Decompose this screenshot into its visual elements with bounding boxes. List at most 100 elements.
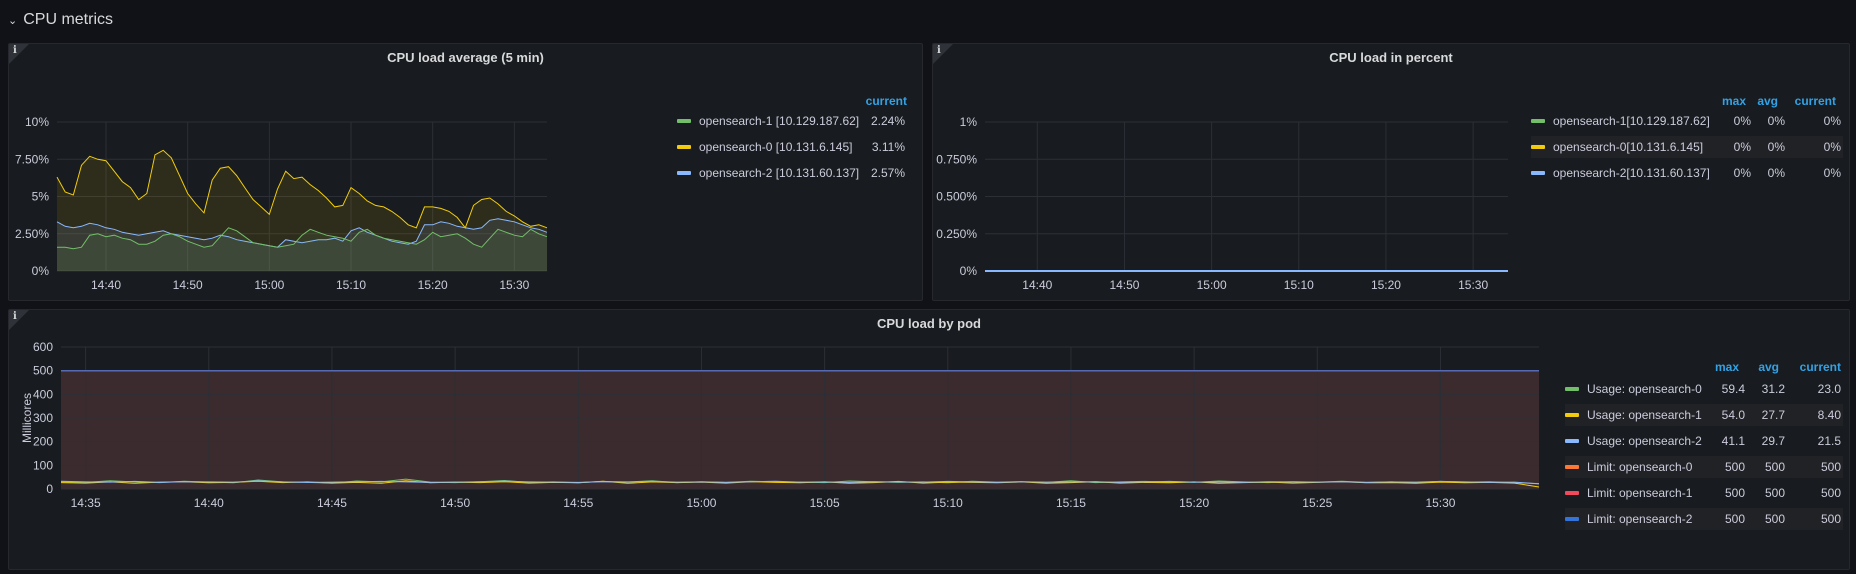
- x-tick-label: 14:40: [91, 278, 121, 292]
- legend-swatch: [677, 171, 691, 175]
- legend-item-name: Limit: opensearch-2: [1587, 512, 1693, 526]
- legend-header-avg[interactable]: avg: [1757, 94, 1778, 108]
- legend-item[interactable]: opensearch-2 [10.131.60.137] 2.57%: [677, 162, 917, 184]
- chart-cpu-load-by-pod: 0 100 200 300 400 500 600 14:35 14:40 14:45 14:50 1…: [20, 340, 1540, 510]
- x-tick-label: 15:10: [933, 496, 963, 510]
- legend-swatch: [1565, 465, 1579, 469]
- legend-item-name: opensearch-0 [10.131.6.145]: [699, 140, 853, 154]
- legend-max: 0%: [1733, 114, 1751, 128]
- legend-item-name: Usage: opensearch-2: [1587, 434, 1702, 448]
- chart-cpu-load-average: 0% 2.50% 5% 7.50% 10% 14:40 14:50 15:00 15:10 15:…: [15, 115, 548, 292]
- legend-avg: 500: [1764, 486, 1785, 500]
- legend-swatch: [1565, 439, 1579, 443]
- legend-item[interactable]: Usage: opensearch-2 41.1 29.7 21.5: [1565, 430, 1843, 452]
- x-tick-label: 14:50: [1109, 278, 1139, 292]
- legend-item[interactable]: Limit: opensearch-1 500 500 500: [1565, 482, 1843, 504]
- y-tick-label: 7.50%: [15, 152, 49, 166]
- legend-swatch: [677, 145, 691, 149]
- legend-current: 500: [1820, 460, 1841, 474]
- legend-swatch: [1565, 517, 1579, 521]
- legend-current: 8.40: [1817, 408, 1841, 422]
- x-tick-label: 15:25: [1302, 496, 1332, 510]
- legend-current: 0%: [1823, 140, 1841, 154]
- x-tick-label: 14:40: [194, 496, 224, 510]
- legend: max avg current opensearch-1[10.129.187.…: [1523, 90, 1846, 200]
- legend-avg: 0%: [1767, 140, 1785, 154]
- x-tick-label: 14:40: [1022, 278, 1052, 292]
- legend-item[interactable]: opensearch-2[10.131.60.137] 0% 0% 0%: [1531, 162, 1843, 184]
- legend-header-avg[interactable]: avg: [1758, 360, 1779, 374]
- y-tick-label: 400: [33, 387, 53, 401]
- x-tick-label: 14:45: [317, 496, 347, 510]
- panel-title[interactable]: CPU load average (5 min): [9, 50, 922, 65]
- legend-item-name: opensearch-2 [10.131.60.137]: [699, 166, 860, 180]
- legend-header-current[interactable]: current: [1800, 360, 1841, 374]
- y-tick-label: 0: [46, 482, 53, 496]
- y-tick-label: 0%: [960, 264, 978, 278]
- legend-item[interactable]: opensearch-1 [10.129.187.62] 2.24%: [677, 110, 917, 132]
- legend-item[interactable]: opensearch-0[10.131.6.145] 0% 0% 0%: [1531, 136, 1843, 158]
- x-tick-label: 15:30: [499, 278, 529, 292]
- y-tick-label: 10%: [25, 115, 49, 129]
- y-tick-label: 0.250%: [936, 227, 977, 241]
- y-tick-label: 300: [33, 411, 53, 425]
- legend-item[interactable]: Limit: opensearch-0 500 500 500: [1565, 456, 1843, 478]
- legend-item-name: opensearch-2[10.131.60.137]: [1553, 166, 1710, 180]
- legend-item[interactable]: opensearch-1[10.129.187.62] 0% 0% 0%: [1531, 110, 1843, 132]
- legend-swatch: [1565, 413, 1579, 417]
- legend-item[interactable]: Usage: opensearch-1 54.0 27.7 8.40: [1565, 404, 1843, 426]
- legend-avg: 0%: [1767, 166, 1785, 180]
- legend-max: 500: [1724, 460, 1745, 474]
- panel-title[interactable]: CPU load by pod: [9, 316, 1849, 331]
- x-tick-label: 14:35: [71, 496, 101, 510]
- legend-header-current[interactable]: current: [866, 94, 907, 108]
- x-tick-label: 15:00: [686, 496, 716, 510]
- legend-max: 0%: [1733, 166, 1751, 180]
- legend-max: 500: [1724, 512, 1745, 526]
- legend-max: 41.1: [1721, 434, 1745, 448]
- y-tick-label: 0.500%: [936, 190, 977, 204]
- legend-current: 0%: [1823, 166, 1841, 180]
- legend-max: 500: [1724, 486, 1745, 500]
- legend-avg: 500: [1764, 512, 1785, 526]
- row-header-cpu-metrics[interactable]: ⌄ CPU metrics: [8, 6, 113, 34]
- legend-header-max[interactable]: max: [1715, 360, 1739, 374]
- legend-item[interactable]: Limit: opensearch-2 500 500 500: [1565, 508, 1843, 530]
- legend-item-name: opensearch-1[10.129.187.62]: [1553, 114, 1710, 128]
- legend-current: 500: [1820, 486, 1841, 500]
- x-tick-label: 14:55: [563, 496, 593, 510]
- legend-header-max[interactable]: max: [1722, 94, 1746, 108]
- legend-item-name: opensearch-1 [10.129.187.62]: [699, 114, 860, 128]
- x-tick-label: 15:20: [1371, 278, 1401, 292]
- legend-swatch: [1565, 491, 1579, 495]
- legend-avg: 500: [1764, 460, 1785, 474]
- y-tick-label: 600: [33, 340, 53, 354]
- x-tick-label: 15:05: [810, 496, 840, 510]
- legend-swatch: [1531, 119, 1545, 123]
- x-tick-label: 14:50: [173, 278, 203, 292]
- legend-item[interactable]: Usage: opensearch-0 59.4 31.2 23.0: [1565, 378, 1843, 400]
- x-tick-label: 15:20: [418, 278, 448, 292]
- legend-current: 2.24%: [870, 114, 905, 128]
- legend: current opensearch-1 [10.129.187.62] 2.2…: [669, 90, 919, 200]
- x-tick-label: 15:15: [1056, 496, 1086, 510]
- legend-current: 23.0: [1817, 382, 1841, 396]
- panel-title[interactable]: CPU load in percent: [933, 50, 1849, 65]
- legend-header-current[interactable]: current: [1795, 94, 1836, 108]
- legend-item-name: Usage: opensearch-1: [1587, 408, 1702, 422]
- legend-current: 21.5: [1817, 434, 1841, 448]
- x-tick-label: 15:20: [1179, 496, 1209, 510]
- legend-max: 59.4: [1721, 382, 1745, 396]
- y-tick-label: 100: [33, 458, 53, 472]
- legend-item[interactable]: opensearch-0 [10.131.6.145] 3.11%: [677, 136, 917, 158]
- x-tick-label: 15:10: [1284, 278, 1314, 292]
- legend-swatch: [1531, 171, 1545, 175]
- x-tick-label: 15:00: [1197, 278, 1227, 292]
- y-tick-label: 200: [33, 435, 53, 449]
- panel-cpu-load-average: i CPU load average (5 min) 0% 2.50% 5% 7.50…: [8, 43, 923, 301]
- y-tick-label: 2.50%: [15, 227, 49, 241]
- legend-swatch: [677, 119, 691, 123]
- panel-cpu-load-percent: i CPU load in percent 0% 0.250% 0.500% 0.75…: [932, 43, 1850, 301]
- y-tick-label: 0%: [32, 264, 50, 278]
- legend-avg: 29.7: [1761, 434, 1785, 448]
